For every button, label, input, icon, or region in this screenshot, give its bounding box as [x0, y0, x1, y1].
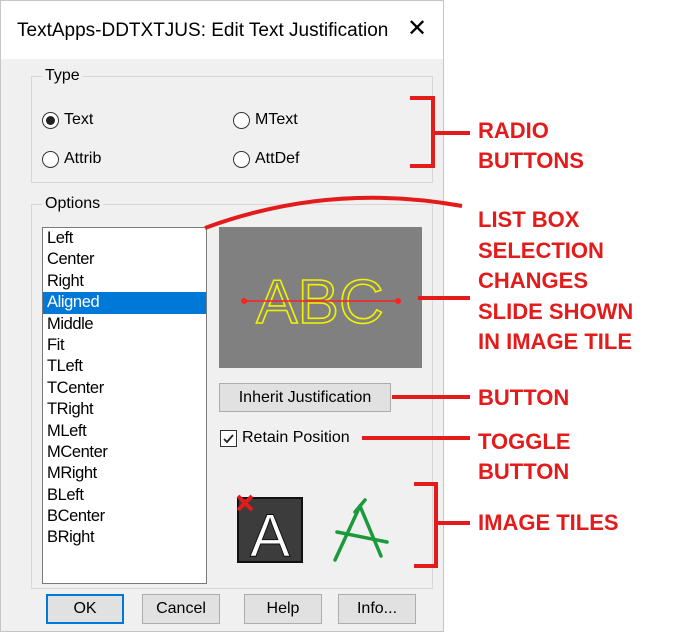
radio-bracket [410, 96, 435, 168]
annotation-list-box: LIST BOX SELECTION CHANGES SLIDE SHOWN I… [478, 207, 634, 354]
annotation-radio-buttons: RADIO BUTTONS [478, 118, 584, 173]
annotation-toggle-button: TOGGLE BUTTON [478, 429, 571, 484]
annotation-image-tiles: IMAGE TILES [478, 510, 619, 535]
tiles-bracket [414, 482, 438, 568]
listbox-pointer [204, 195, 463, 230]
annotation-button: BUTTON [478, 385, 570, 410]
